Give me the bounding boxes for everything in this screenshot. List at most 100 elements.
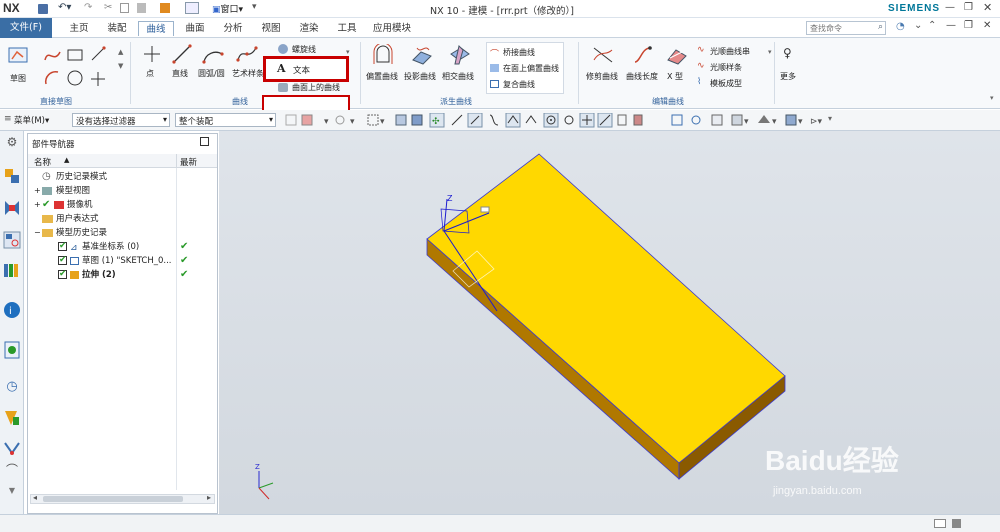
latest-check-icon: ✔ [180, 241, 189, 252]
text-button[interactable]: A 文本 [263, 56, 349, 82]
template-forming-button[interactable]: ⌇ 模板成型 [696, 76, 768, 90]
touch-mode-icon[interactable] [160, 3, 170, 13]
doc-restore-button[interactable]: ❐ [964, 20, 973, 31]
latest-check-icon: ✔ [180, 269, 189, 280]
chevron-up-icon[interactable]: ⌃ [928, 20, 936, 31]
offset-curve-button[interactable]: 偏置曲线 [366, 44, 402, 92]
scroll-down-icon[interactable]: ▼ [3, 486, 21, 504]
helix-button[interactable]: 螺旋线 [278, 43, 348, 56]
file-menu[interactable]: 文件(F) [0, 18, 52, 38]
toggle-icon[interactable] [185, 2, 199, 14]
tab-analysis[interactable]: 分析 [216, 21, 250, 36]
paste-icon[interactable] [137, 3, 146, 13]
smooth-spline-button[interactable]: ∿ 光顺样条 [696, 60, 768, 74]
offset-on-face-button[interactable]: 在面上偏置曲线 [489, 61, 563, 75]
window-menu[interactable]: ▣窗口▾ [212, 2, 243, 15]
curve-length-button[interactable]: 曲线长度 [624, 44, 662, 92]
assembly-scope-dropdown[interactable]: 整个装配 ▾ [175, 113, 276, 127]
column-latest[interactable]: 最新 [180, 156, 197, 168]
search-input[interactable] [807, 22, 873, 34]
restore-button[interactable]: ❐ [964, 2, 973, 13]
intersect-curve-button[interactable]: 相交曲线 [442, 44, 478, 92]
system-materials-icon[interactable] [3, 439, 21, 457]
scrollbar-thumb[interactable] [43, 496, 183, 502]
menu-button[interactable]: 菜单(M)▾ [14, 114, 49, 126]
tab-view[interactable]: 视图 [254, 21, 288, 36]
trim-curve-button[interactable]: 修剪曲线 [584, 44, 622, 92]
more-button[interactable]: ♀ 更多 [778, 44, 800, 92]
fullscreen-icon[interactable] [934, 519, 946, 528]
collapse-icon[interactable]: − [34, 226, 41, 240]
latest-check-icon: ✔ [180, 255, 189, 266]
point-button[interactable]: 点 [140, 44, 164, 92]
expand-icon[interactable]: + [34, 198, 41, 212]
bridge-curve-button[interactable]: ⌒ 桥接曲线 [489, 45, 563, 60]
tab-application[interactable]: 应用模块 [368, 21, 416, 36]
composite-curve-button[interactable]: 复合曲线 [489, 77, 563, 91]
cut-icon[interactable]: ✂ [104, 2, 112, 13]
smooth-curve-chain-button[interactable]: ∿ 光顺曲线串 [696, 44, 768, 58]
history-palette-icon[interactable] [3, 341, 21, 359]
doc-minimize-button[interactable]: — [946, 20, 956, 31]
close-button[interactable]: ✕ [983, 1, 992, 14]
sketch-button[interactable]: 草图 [4, 42, 34, 92]
help-icon[interactable]: ◔ [896, 21, 905, 32]
chevron-down-icon: ▾ [268, 115, 273, 124]
resize-grip-icon[interactable] [952, 519, 961, 528]
column-name[interactable]: 名称 [34, 156, 51, 168]
snap-toolbar-icons[interactable]: ▾ ▾ ▾ ✣ ▾ ▾ ▾ ⊳▾ [284, 113, 834, 128]
reuse-library-icon[interactable] [3, 261, 21, 279]
curve-icon[interactable]: ⌒ [3, 461, 21, 479]
graphics-window[interactable]: Z Z Baidu经验 jingyan.baidu.com [219, 131, 1000, 514]
command-search[interactable]: ⌕ [806, 21, 886, 35]
curve-length-icon [634, 46, 652, 63]
edit-scroll-icon[interactable]: ▾ [768, 48, 772, 56]
toolbar-options-icon[interactable]: ▾ [828, 114, 832, 123]
gear-icon[interactable]: ⚙ [3, 135, 21, 153]
block-top-face[interactable] [426, 153, 786, 464]
smooth-spline-icon: ∿ [697, 61, 705, 71]
tab-home[interactable]: 主页 [62, 21, 96, 36]
horizontal-scrollbar[interactable]: ◂ ▸ [30, 493, 215, 504]
x-form-button[interactable]: X 型 [664, 44, 690, 92]
constraint-navigator-icon[interactable] [3, 199, 21, 217]
sketch-tools-icon[interactable] [42, 44, 122, 92]
part-navigator-icon[interactable] [3, 231, 21, 249]
tab-surface[interactable]: 曲面 [178, 21, 212, 36]
tab-curve[interactable]: 曲线 [138, 21, 174, 36]
chevron-down-icon[interactable]: ⌄ [914, 20, 922, 31]
intersect-curve-icon [450, 45, 470, 65]
web-browser-icon[interactable]: i [3, 301, 21, 319]
redo-icon[interactable]: ↷ [84, 2, 92, 13]
minimize-button[interactable]: — [945, 2, 955, 13]
save-icon[interactable] [38, 4, 48, 14]
clock-icon[interactable]: ◷ [3, 379, 21, 397]
search-icon[interactable]: ⌕ [878, 22, 883, 32]
undo-icon[interactable]: ↶▾ [58, 2, 71, 13]
roles-icon[interactable] [3, 409, 21, 427]
line-button[interactable]: 直线 [168, 44, 194, 92]
scroll-down-icon[interactable]: ▼ [118, 62, 123, 70]
surface-curve-button[interactable]: 曲面上的曲线 [278, 82, 354, 94]
maximize-icon[interactable] [200, 137, 209, 146]
ribbon-options-icon[interactable]: ▾ [990, 94, 994, 102]
expand-icon[interactable]: + [34, 184, 41, 198]
offset-curve-icon [373, 44, 393, 64]
doc-close-button[interactable]: ✕ [983, 20, 991, 31]
scroll-left-icon[interactable]: ◂ [33, 493, 37, 502]
group-derived: 派生曲线 [440, 97, 472, 106]
art-spline-button[interactable]: 艺术样条 [230, 44, 264, 92]
tab-tools[interactable]: 工具 [330, 21, 364, 36]
assembly-navigator-icon[interactable] [3, 167, 21, 185]
projection-curve-button[interactable]: 投影曲线 [404, 44, 440, 92]
sort-ascending-icon[interactable]: ▲ [64, 156, 69, 164]
curve-scroll-icon[interactable]: ▾ [346, 48, 350, 56]
scroll-up-icon[interactable]: ▲ [118, 48, 123, 56]
tab-render[interactable]: 渲染 [292, 21, 326, 36]
tab-assembly[interactable]: 装配 [100, 21, 134, 36]
selection-filter-dropdown[interactable]: 没有选择过滤器 ▾ [72, 113, 170, 127]
copy-icon[interactable] [120, 3, 129, 13]
arc-circle-button[interactable]: 圆弧/圆 [198, 44, 228, 92]
quick-access-dropdown[interactable]: ▾ [252, 2, 257, 12]
scroll-right-icon[interactable]: ▸ [207, 493, 211, 502]
